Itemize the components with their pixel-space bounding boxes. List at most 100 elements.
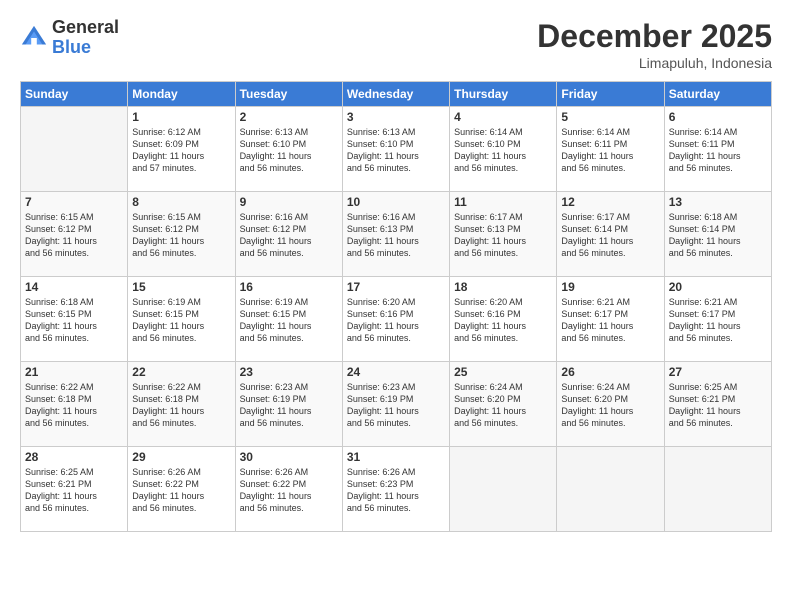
day-header-saturday: Saturday xyxy=(664,82,771,107)
day-number: 17 xyxy=(347,280,445,294)
day-info: Sunrise: 6:26 AM Sunset: 6:23 PM Dayligh… xyxy=(347,466,445,515)
day-number: 12 xyxy=(561,195,659,209)
day-info: Sunrise: 6:18 AM Sunset: 6:15 PM Dayligh… xyxy=(25,296,123,345)
day-header-thursday: Thursday xyxy=(450,82,557,107)
calendar-cell: 1 Sunrise: 6:12 AM Sunset: 6:09 PM Daylig… xyxy=(128,107,235,192)
day-number: 11 xyxy=(454,195,552,209)
day-info: Sunrise: 6:15 AM Sunset: 6:12 PM Dayligh… xyxy=(25,211,123,260)
day-info: Sunrise: 6:18 AM Sunset: 6:14 PM Dayligh… xyxy=(669,211,767,260)
calendar-cell: 11 Sunrise: 6:17 AM Sunset: 6:13 PM Dayli… xyxy=(450,192,557,277)
calendar-cell: 3Sunrise: 6:13 AM Sunset: 6:10 PM Daylig… xyxy=(342,107,449,192)
day-number: 14 xyxy=(25,280,123,294)
calendar-cell: 14 Sunrise: 6:18 AM Sunset: 6:15 PM Dayli… xyxy=(21,277,128,362)
day-info: Sunrise: 6:21 AM Sunset: 6:17 PM Dayligh… xyxy=(669,296,767,345)
calendar-cell: 6 Sunrise: 6:14 AM Sunset: 6:11 PM Daylig… xyxy=(664,107,771,192)
day-number: 8 xyxy=(132,195,230,209)
day-number: 22 xyxy=(132,365,230,379)
calendar-week-row: 7 Sunrise: 6:15 AM Sunset: 6:12 PM Daylig… xyxy=(21,192,772,277)
day-info: Sunrise: 6:12 AM Sunset: 6:09 PM Dayligh… xyxy=(132,126,230,175)
day-number: 30 xyxy=(240,450,338,464)
day-info: Sunrise: 6:20 AM Sunset: 6:16 PM Dayligh… xyxy=(347,296,445,345)
day-number: 29 xyxy=(132,450,230,464)
day-number: 2 xyxy=(240,110,338,124)
calendar-cell: 21Sunrise: 6:22 AM Sunset: 6:18 PM Dayli… xyxy=(21,362,128,447)
day-info: Sunrise: 6:13 AM Sunset: 6:10 PM Dayligh… xyxy=(347,126,445,175)
calendar-cell: 22 Sunrise: 6:22 AM Sunset: 6:18 PM Dayli… xyxy=(128,362,235,447)
title-block: December 2025 Limapuluh, Indonesia xyxy=(537,18,772,71)
day-info: Sunrise: 6:16 AM Sunset: 6:13 PM Dayligh… xyxy=(347,211,445,260)
day-info: Sunrise: 6:21 AM Sunset: 6:17 PM Dayligh… xyxy=(561,296,659,345)
calendar-cell xyxy=(664,447,771,532)
day-number: 16 xyxy=(240,280,338,294)
day-info: Sunrise: 6:24 AM Sunset: 6:20 PM Dayligh… xyxy=(454,381,552,430)
day-number: 18 xyxy=(454,280,552,294)
day-header-tuesday: Tuesday xyxy=(235,82,342,107)
day-number: 15 xyxy=(132,280,230,294)
day-number: 4 xyxy=(454,110,552,124)
calendar-header-row: SundayMondayTuesdayWednesdayThursdayFrid… xyxy=(21,82,772,107)
day-info: Sunrise: 6:25 AM Sunset: 6:21 PM Dayligh… xyxy=(669,381,767,430)
calendar-cell: 18 Sunrise: 6:20 AM Sunset: 6:16 PM Dayli… xyxy=(450,277,557,362)
day-number: 28 xyxy=(25,450,123,464)
calendar-cell: 2 Sunrise: 6:13 AM Sunset: 6:10 PM Daylig… xyxy=(235,107,342,192)
day-info: Sunrise: 6:17 AM Sunset: 6:14 PM Dayligh… xyxy=(561,211,659,260)
logo-icon xyxy=(20,24,48,52)
calendar-cell: 12 Sunrise: 6:17 AM Sunset: 6:14 PM Dayli… xyxy=(557,192,664,277)
day-info: Sunrise: 6:22 AM Sunset: 6:18 PM Dayligh… xyxy=(25,381,123,430)
calendar-cell: 19 Sunrise: 6:21 AM Sunset: 6:17 PM Dayli… xyxy=(557,277,664,362)
day-number: 1 xyxy=(132,110,230,124)
calendar-cell: 15 Sunrise: 6:19 AM Sunset: 6:15 PM Dayli… xyxy=(128,277,235,362)
day-info: Sunrise: 6:20 AM Sunset: 6:16 PM Dayligh… xyxy=(454,296,552,345)
day-info: Sunrise: 6:26 AM Sunset: 6:22 PM Dayligh… xyxy=(132,466,230,515)
day-header-sunday: Sunday xyxy=(21,82,128,107)
calendar-week-row: 14 Sunrise: 6:18 AM Sunset: 6:15 PM Dayli… xyxy=(21,277,772,362)
day-number: 25 xyxy=(454,365,552,379)
day-info: Sunrise: 6:15 AM Sunset: 6:12 PM Dayligh… xyxy=(132,211,230,260)
day-number: 27 xyxy=(669,365,767,379)
day-info: Sunrise: 6:24 AM Sunset: 6:20 PM Dayligh… xyxy=(561,381,659,430)
calendar-cell xyxy=(21,107,128,192)
day-number: 6 xyxy=(669,110,767,124)
day-number: 23 xyxy=(240,365,338,379)
day-number: 31 xyxy=(347,450,445,464)
day-number: 10 xyxy=(347,195,445,209)
calendar-week-row: 1 Sunrise: 6:12 AM Sunset: 6:09 PM Daylig… xyxy=(21,107,772,192)
day-info: Sunrise: 6:26 AM Sunset: 6:22 PM Dayligh… xyxy=(240,466,338,515)
day-info: Sunrise: 6:19 AM Sunset: 6:15 PM Dayligh… xyxy=(240,296,338,345)
day-info: Sunrise: 6:14 AM Sunset: 6:11 PM Dayligh… xyxy=(561,126,659,175)
day-info: Sunrise: 6:14 AM Sunset: 6:11 PM Dayligh… xyxy=(669,126,767,175)
logo-blue-text: Blue xyxy=(52,38,119,58)
calendar-week-row: 21Sunrise: 6:22 AM Sunset: 6:18 PM Dayli… xyxy=(21,362,772,447)
calendar-cell xyxy=(450,447,557,532)
calendar-cell: 5 Sunrise: 6:14 AM Sunset: 6:11 PM Daylig… xyxy=(557,107,664,192)
day-info: Sunrise: 6:25 AM Sunset: 6:21 PM Dayligh… xyxy=(25,466,123,515)
calendar-cell: 27 Sunrise: 6:25 AM Sunset: 6:21 PM Dayli… xyxy=(664,362,771,447)
day-info: Sunrise: 6:19 AM Sunset: 6:15 PM Dayligh… xyxy=(132,296,230,345)
day-info: Sunrise: 6:23 AM Sunset: 6:19 PM Dayligh… xyxy=(240,381,338,430)
calendar-cell: 7 Sunrise: 6:15 AM Sunset: 6:12 PM Daylig… xyxy=(21,192,128,277)
logo-general-text: General xyxy=(52,18,119,38)
page: General Blue December 2025 Limapuluh, In… xyxy=(0,0,792,612)
header: General Blue December 2025 Limapuluh, In… xyxy=(20,18,772,71)
calendar-cell xyxy=(557,447,664,532)
day-info: Sunrise: 6:22 AM Sunset: 6:18 PM Dayligh… xyxy=(132,381,230,430)
calendar-cell: 23 Sunrise: 6:23 AM Sunset: 6:19 PM Dayli… xyxy=(235,362,342,447)
month-title: December 2025 xyxy=(537,18,772,55)
calendar-cell: 13 Sunrise: 6:18 AM Sunset: 6:14 PM Dayli… xyxy=(664,192,771,277)
logo: General Blue xyxy=(20,18,119,58)
day-number: 19 xyxy=(561,280,659,294)
day-number: 13 xyxy=(669,195,767,209)
day-number: 5 xyxy=(561,110,659,124)
day-number: 9 xyxy=(240,195,338,209)
calendar-cell: 9Sunrise: 6:16 AM Sunset: 6:12 PM Daylig… xyxy=(235,192,342,277)
day-number: 7 xyxy=(25,195,123,209)
day-info: Sunrise: 6:17 AM Sunset: 6:13 PM Dayligh… xyxy=(454,211,552,260)
day-number: 24 xyxy=(347,365,445,379)
day-info: Sunrise: 6:13 AM Sunset: 6:10 PM Dayligh… xyxy=(240,126,338,175)
calendar-cell: 28 Sunrise: 6:25 AM Sunset: 6:21 PM Dayli… xyxy=(21,447,128,532)
calendar-cell: 8 Sunrise: 6:15 AM Sunset: 6:12 PM Daylig… xyxy=(128,192,235,277)
calendar-cell: 4Sunrise: 6:14 AM Sunset: 6:10 PM Daylig… xyxy=(450,107,557,192)
calendar-cell: 31 Sunrise: 6:26 AM Sunset: 6:23 PM Dayli… xyxy=(342,447,449,532)
day-number: 26 xyxy=(561,365,659,379)
calendar-cell: 26 Sunrise: 6:24 AM Sunset: 6:20 PM Dayli… xyxy=(557,362,664,447)
